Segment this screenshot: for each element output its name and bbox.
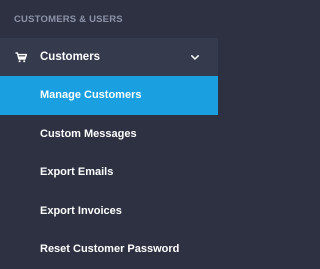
- customers-submenu: Manage Customers Custom Messages Export …: [0, 76, 218, 269]
- customers-menu-label: Customers: [40, 51, 101, 63]
- submenu-item-reset-customer-password[interactable]: Reset Customer Password: [0, 230, 218, 269]
- shopping-cart-icon: [14, 50, 28, 64]
- submenu-item-custom-messages[interactable]: Custom Messages: [0, 115, 218, 154]
- customers-menu-toggle[interactable]: Customers: [0, 38, 218, 76]
- sidebar: CUSTOMERS & USERS Customers Manage Custo…: [0, 0, 218, 268]
- chevron-down-icon[interactable]: [190, 52, 200, 62]
- section-title: CUSTOMERS & USERS: [14, 13, 123, 25]
- submenu-item-export-emails[interactable]: Export Emails: [0, 153, 218, 192]
- submenu-item-manage-customers[interactable]: Manage Customers: [0, 76, 218, 115]
- submenu-item-export-invoices[interactable]: Export Invoices: [0, 192, 218, 231]
